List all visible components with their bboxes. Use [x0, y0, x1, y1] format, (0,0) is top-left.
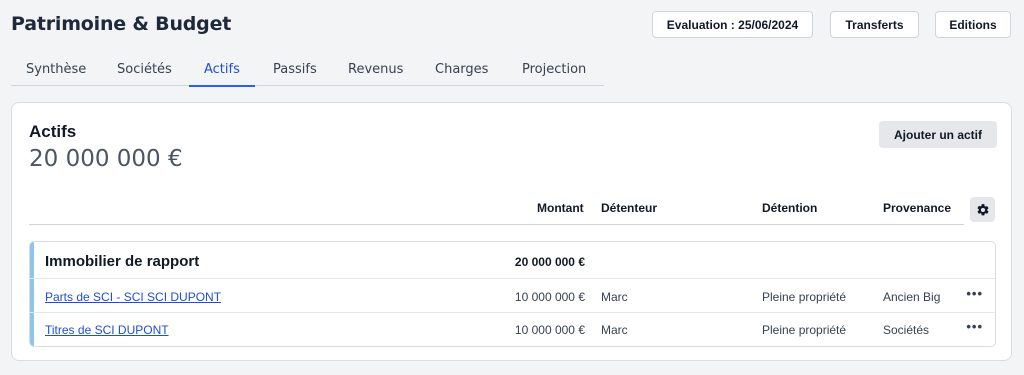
group-name: Immobilier de rapport	[45, 253, 200, 270]
table-row: Parts de SCI - SCI SCI DUPONT 10 000 000…	[30, 279, 995, 313]
more-horizontal-icon[interactable]: •••	[966, 286, 983, 301]
column-settings-button[interactable]	[970, 197, 995, 222]
tab-projection[interactable]: Projection	[522, 55, 586, 86]
asset-holder: Marc	[601, 323, 628, 337]
asset-amount: 10 000 000 €	[514, 323, 585, 337]
column-header-detenteur: Détenteur	[601, 201, 658, 215]
tab-charges[interactable]: Charges	[435, 55, 488, 86]
assets-title: Actifs	[29, 122, 77, 141]
assets-card: Actifs 20 000 000 € Ajouter un actif Mon…	[11, 102, 1012, 361]
asset-detention: Pleine propriété	[762, 323, 847, 337]
asset-detention: Pleine propriété	[762, 290, 847, 304]
add-asset-button[interactable]: Ajouter un actif	[879, 121, 997, 148]
table-row: Titres de SCI DUPONT 10 000 000 € Marc P…	[30, 313, 995, 346]
tab-passifs[interactable]: Passifs	[273, 55, 317, 86]
app-title: Patrimoine & Budget	[11, 13, 232, 35]
group-amount: 20 000 000 €	[514, 255, 585, 269]
asset-amount: 10 000 000 €	[514, 290, 585, 304]
more-horizontal-icon[interactable]: •••	[966, 319, 983, 334]
asset-provenance: Sociétés	[883, 323, 930, 337]
editions-button[interactable]: Editions	[935, 11, 1011, 38]
column-header-detention: Détention	[762, 201, 818, 215]
asset-holder: Marc	[601, 290, 628, 304]
tab-synthese[interactable]: Synthèse	[26, 55, 86, 86]
column-header-provenance: Provenance	[883, 201, 952, 215]
asset-name-link[interactable]: Titres de SCI DUPONT	[45, 323, 169, 337]
tab-actifs[interactable]: Actifs	[189, 55, 255, 87]
transferts-button[interactable]: Transferts	[830, 11, 919, 38]
asset-group-immobilier: Immobilier de rapport 20 000 000 € Parts…	[29, 241, 996, 347]
tab-revenus[interactable]: Revenus	[348, 55, 403, 86]
header-divider	[29, 224, 964, 225]
asset-provenance: Ancien Big	[883, 290, 941, 304]
evaluation-date-button[interactable]: Evaluation : 25/06/2024	[652, 11, 813, 38]
tab-bar: Synthèse Sociétés Actifs Passifs Revenus…	[11, 55, 604, 87]
group-header-row: Immobilier de rapport 20 000 000 €	[30, 242, 995, 279]
tab-societes[interactable]: Sociétés	[117, 55, 172, 86]
assets-total: 20 000 000 €	[29, 146, 183, 172]
asset-name-link[interactable]: Parts de SCI - SCI SCI DUPONT	[45, 290, 221, 304]
column-header-montant: Montant	[537, 201, 584, 215]
gear-icon	[977, 203, 988, 215]
